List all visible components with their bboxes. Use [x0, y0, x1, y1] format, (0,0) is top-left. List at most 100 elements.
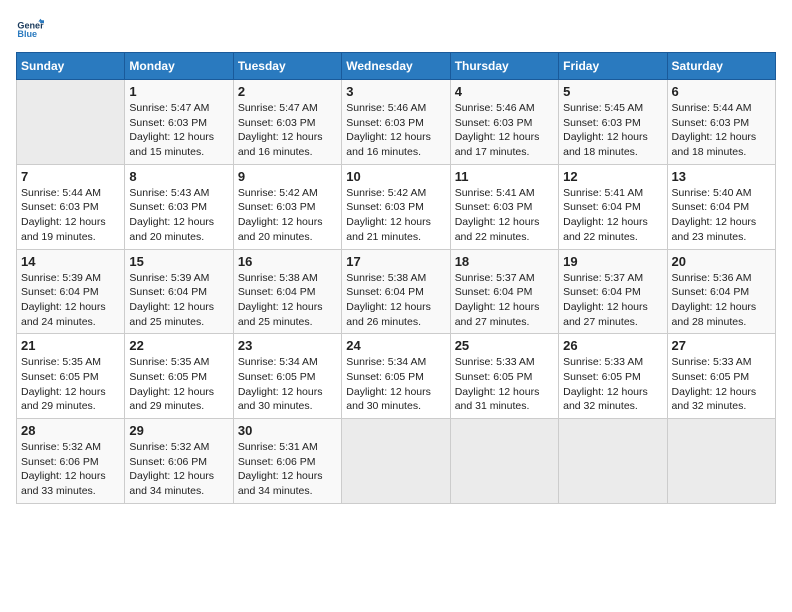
calendar-cell: 11 Sunrise: 5:41 AM Sunset: 6:03 PM Dayl…: [450, 164, 558, 249]
day-info: Sunrise: 5:46 AM Sunset: 6:03 PM Dayligh…: [455, 101, 554, 160]
sunset-label: Sunset: 6:03 PM: [129, 201, 207, 213]
sunrise-label: Sunrise: 5:34 AM: [346, 356, 426, 368]
calendar-header-row: SundayMondayTuesdayWednesdayThursdayFrid…: [17, 53, 776, 80]
sunset-label: Sunset: 6:03 PM: [346, 201, 424, 213]
day-info: Sunrise: 5:32 AM Sunset: 6:06 PM Dayligh…: [21, 440, 120, 499]
header-monday: Monday: [125, 53, 233, 80]
day-number: 15: [129, 254, 228, 269]
day-number: 24: [346, 338, 445, 353]
calendar-cell: 18 Sunrise: 5:37 AM Sunset: 6:04 PM Dayl…: [450, 249, 558, 334]
day-number: 28: [21, 423, 120, 438]
day-number: 30: [238, 423, 337, 438]
sunrise-label: Sunrise: 5:44 AM: [672, 102, 752, 114]
day-number: 2: [238, 84, 337, 99]
calendar-cell: [17, 80, 125, 165]
sunrise-label: Sunrise: 5:45 AM: [563, 102, 643, 114]
calendar-cell: 19 Sunrise: 5:37 AM Sunset: 6:04 PM Dayl…: [559, 249, 667, 334]
day-info: Sunrise: 5:33 AM Sunset: 6:05 PM Dayligh…: [563, 355, 662, 414]
day-number: 12: [563, 169, 662, 184]
sunrise-label: Sunrise: 5:33 AM: [672, 356, 752, 368]
day-info: Sunrise: 5:37 AM Sunset: 6:04 PM Dayligh…: [563, 271, 662, 330]
day-info: Sunrise: 5:38 AM Sunset: 6:04 PM Dayligh…: [346, 271, 445, 330]
sunrise-label: Sunrise: 5:33 AM: [563, 356, 643, 368]
day-info: Sunrise: 5:35 AM Sunset: 6:05 PM Dayligh…: [21, 355, 120, 414]
sunset-label: Sunset: 6:05 PM: [21, 371, 99, 383]
day-number: 29: [129, 423, 228, 438]
sunrise-label: Sunrise: 5:47 AM: [238, 102, 318, 114]
calendar-cell: 3 Sunrise: 5:46 AM Sunset: 6:03 PM Dayli…: [342, 80, 450, 165]
calendar-cell: 16 Sunrise: 5:38 AM Sunset: 6:04 PM Dayl…: [233, 249, 341, 334]
calendar-cell: 15 Sunrise: 5:39 AM Sunset: 6:04 PM Dayl…: [125, 249, 233, 334]
sunset-label: Sunset: 6:04 PM: [672, 201, 750, 213]
day-number: 25: [455, 338, 554, 353]
day-info: Sunrise: 5:46 AM Sunset: 6:03 PM Dayligh…: [346, 101, 445, 160]
daylight-label: Daylight: 12 hours and 30 minutes.: [238, 386, 323, 413]
sunrise-label: Sunrise: 5:42 AM: [238, 187, 318, 199]
day-info: Sunrise: 5:34 AM Sunset: 6:05 PM Dayligh…: [238, 355, 337, 414]
header-saturday: Saturday: [667, 53, 775, 80]
sunrise-label: Sunrise: 5:44 AM: [21, 187, 101, 199]
calendar-cell: 2 Sunrise: 5:47 AM Sunset: 6:03 PM Dayli…: [233, 80, 341, 165]
daylight-label: Daylight: 12 hours and 21 minutes.: [346, 216, 431, 243]
calendar-cell: 5 Sunrise: 5:45 AM Sunset: 6:03 PM Dayli…: [559, 80, 667, 165]
sunrise-label: Sunrise: 5:37 AM: [455, 272, 535, 284]
sunset-label: Sunset: 6:05 PM: [346, 371, 424, 383]
sunset-label: Sunset: 6:03 PM: [238, 117, 316, 129]
daylight-label: Daylight: 12 hours and 16 minutes.: [238, 131, 323, 158]
daylight-label: Daylight: 12 hours and 27 minutes.: [455, 301, 540, 328]
daylight-label: Daylight: 12 hours and 34 minutes.: [129, 470, 214, 497]
calendar-cell: 22 Sunrise: 5:35 AM Sunset: 6:05 PM Dayl…: [125, 334, 233, 419]
sunrise-label: Sunrise: 5:38 AM: [238, 272, 318, 284]
sunset-label: Sunset: 6:04 PM: [563, 201, 641, 213]
logo-icon: General Blue: [16, 16, 44, 44]
calendar-cell: 4 Sunrise: 5:46 AM Sunset: 6:03 PM Dayli…: [450, 80, 558, 165]
day-info: Sunrise: 5:32 AM Sunset: 6:06 PM Dayligh…: [129, 440, 228, 499]
calendar-cell: [450, 419, 558, 504]
calendar-cell: 8 Sunrise: 5:43 AM Sunset: 6:03 PM Dayli…: [125, 164, 233, 249]
day-info: Sunrise: 5:37 AM Sunset: 6:04 PM Dayligh…: [455, 271, 554, 330]
daylight-label: Daylight: 12 hours and 16 minutes.: [346, 131, 431, 158]
calendar-week-3: 14 Sunrise: 5:39 AM Sunset: 6:04 PM Dayl…: [17, 249, 776, 334]
day-number: 17: [346, 254, 445, 269]
sunset-label: Sunset: 6:06 PM: [21, 456, 99, 468]
daylight-label: Daylight: 12 hours and 34 minutes.: [238, 470, 323, 497]
day-info: Sunrise: 5:39 AM Sunset: 6:04 PM Dayligh…: [129, 271, 228, 330]
sunset-label: Sunset: 6:06 PM: [238, 456, 316, 468]
day-info: Sunrise: 5:44 AM Sunset: 6:03 PM Dayligh…: [672, 101, 771, 160]
daylight-label: Daylight: 12 hours and 31 minutes.: [455, 386, 540, 413]
daylight-label: Daylight: 12 hours and 29 minutes.: [129, 386, 214, 413]
daylight-label: Daylight: 12 hours and 22 minutes.: [455, 216, 540, 243]
day-number: 5: [563, 84, 662, 99]
daylight-label: Daylight: 12 hours and 18 minutes.: [672, 131, 757, 158]
day-number: 1: [129, 84, 228, 99]
daylight-label: Daylight: 12 hours and 26 minutes.: [346, 301, 431, 328]
daylight-label: Daylight: 12 hours and 17 minutes.: [455, 131, 540, 158]
daylight-label: Daylight: 12 hours and 15 minutes.: [129, 131, 214, 158]
day-number: 7: [21, 169, 120, 184]
calendar-cell: 7 Sunrise: 5:44 AM Sunset: 6:03 PM Dayli…: [17, 164, 125, 249]
calendar-cell: 1 Sunrise: 5:47 AM Sunset: 6:03 PM Dayli…: [125, 80, 233, 165]
calendar-cell: 23 Sunrise: 5:34 AM Sunset: 6:05 PM Dayl…: [233, 334, 341, 419]
day-info: Sunrise: 5:34 AM Sunset: 6:05 PM Dayligh…: [346, 355, 445, 414]
sunrise-label: Sunrise: 5:34 AM: [238, 356, 318, 368]
day-info: Sunrise: 5:41 AM Sunset: 6:04 PM Dayligh…: [563, 186, 662, 245]
sunrise-label: Sunrise: 5:32 AM: [129, 441, 209, 453]
sunset-label: Sunset: 6:04 PM: [238, 286, 316, 298]
calendar-cell: 21 Sunrise: 5:35 AM Sunset: 6:05 PM Dayl…: [17, 334, 125, 419]
sunrise-label: Sunrise: 5:40 AM: [672, 187, 752, 199]
calendar-cell: 24 Sunrise: 5:34 AM Sunset: 6:05 PM Dayl…: [342, 334, 450, 419]
day-number: 18: [455, 254, 554, 269]
header: General Blue: [16, 16, 776, 44]
daylight-label: Daylight: 12 hours and 25 minutes.: [129, 301, 214, 328]
daylight-label: Daylight: 12 hours and 24 minutes.: [21, 301, 106, 328]
sunset-label: Sunset: 6:03 PM: [21, 201, 99, 213]
sunset-label: Sunset: 6:03 PM: [129, 117, 207, 129]
daylight-label: Daylight: 12 hours and 28 minutes.: [672, 301, 757, 328]
day-info: Sunrise: 5:43 AM Sunset: 6:03 PM Dayligh…: [129, 186, 228, 245]
sunset-label: Sunset: 6:06 PM: [129, 456, 207, 468]
day-number: 20: [672, 254, 771, 269]
sunrise-label: Sunrise: 5:42 AM: [346, 187, 426, 199]
sunset-label: Sunset: 6:05 PM: [455, 371, 533, 383]
sunrise-label: Sunrise: 5:39 AM: [21, 272, 101, 284]
svg-text:Blue: Blue: [17, 29, 37, 39]
